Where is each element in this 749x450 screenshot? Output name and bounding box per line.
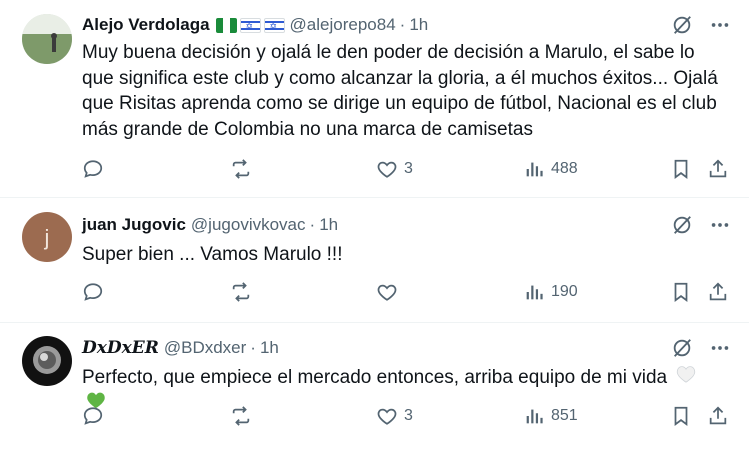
tweet-text: Super bien ... Vamos Marulo !!! — [82, 244, 343, 265]
heart-icon — [377, 284, 397, 301]
israel-flag-icon: ✡ — [239, 17, 261, 33]
reply-icon — [83, 283, 103, 301]
svg-text:j: j — [44, 225, 50, 250]
avatar-photo-icon — [22, 336, 72, 386]
tweet-header: Alejo Verdolaga ✡ ✡ @alejorepo84 · 1h — [82, 14, 428, 36]
display-name[interactable]: juan Jugovic — [82, 215, 186, 235]
reply-icon — [83, 407, 103, 425]
views-button[interactable]: 190 — [523, 281, 578, 303]
avatar-photo-icon — [22, 14, 72, 64]
like-button[interactable]: 3 — [376, 158, 413, 180]
tweet-text: Muy buena decisión y ojalá le den poder … — [82, 42, 718, 140]
repost-icon — [232, 406, 250, 426]
replies-feed: Alejo Verdolaga ✡ ✡ @alejorepo84 · 1h Mu… — [0, 0, 749, 450]
repost-icon — [232, 282, 250, 302]
view-count: 488 — [551, 160, 578, 177]
name-flags: ✡ ✡ — [215, 17, 285, 33]
share-icon — [709, 159, 727, 178]
timestamp[interactable]: 1h — [319, 215, 338, 235]
handle[interactable]: @alejorepo84 — [290, 15, 396, 35]
display-name[interactable]: Alejo Verdolaga — [82, 15, 210, 35]
separator-dot: · — [399, 15, 406, 34]
reply-button[interactable] — [82, 281, 104, 303]
repost-button[interactable] — [230, 158, 252, 180]
tweet-top-actions — [671, 14, 731, 36]
view-count: 851 — [551, 407, 578, 424]
tweet-actions: 3 488 — [80, 158, 731, 180]
tweet-header: juan Jugovic @jugovivkovac · 1h — [82, 214, 338, 236]
reply-button[interactable] — [82, 158, 104, 180]
share-button[interactable] — [707, 281, 729, 303]
separator-dot: · — [250, 338, 256, 357]
white-heart-emoji-icon — [676, 365, 696, 391]
view-count: 190 — [551, 283, 578, 300]
grok-icon[interactable] — [671, 337, 693, 359]
tweet-header: 𝑫𝒙𝑫𝒙𝑬𝑹 @BDxdxer · 1h — [82, 337, 279, 359]
timestamp[interactable]: 1h — [409, 15, 428, 35]
grok-icon[interactable] — [671, 14, 693, 36]
reply-tweet-3[interactable]: 𝑫𝒙𝑫𝒙𝑬𝑹 @BDxdxer · 1h Perfecto, que empie… — [0, 322, 749, 450]
bookmark-icon — [674, 406, 688, 426]
more-options-icon[interactable] — [709, 337, 731, 359]
handle[interactable]: @BDxdxer — [164, 338, 246, 358]
avatar[interactable] — [22, 14, 72, 64]
handle[interactable]: @jugovivkovac — [191, 215, 306, 235]
share-button[interactable] — [707, 158, 729, 180]
repost-button[interactable] — [230, 281, 252, 303]
heart-icon — [377, 161, 397, 178]
nigeria-flag-icon — [215, 17, 237, 33]
reply-tweet-2[interactable]: j juan Jugovic @jugovivkovac · 1h Super … — [0, 197, 749, 323]
share-icon — [709, 406, 727, 425]
bookmark-button[interactable] — [670, 405, 692, 427]
avatar-letter-icon: j — [22, 212, 72, 262]
avatar[interactable]: j — [22, 212, 72, 262]
views-icon — [526, 162, 543, 177]
heart-icon — [377, 408, 397, 425]
timestamp[interactable]: 1h — [260, 338, 279, 358]
repost-button[interactable] — [230, 405, 252, 427]
israel-flag-icon: ✡ — [263, 17, 285, 33]
views-icon — [526, 285, 543, 300]
more-options-icon[interactable] — [709, 214, 731, 236]
reply-tweet-1[interactable]: Alejo Verdolaga ✡ ✡ @alejorepo84 · 1h Mu… — [0, 0, 749, 198]
bookmark-icon — [674, 159, 688, 179]
tweet-top-actions — [671, 214, 731, 236]
share-icon — [709, 282, 727, 301]
more-options-icon[interactable] — [709, 14, 731, 36]
tweet-text-content: Perfecto, que empiece el mercado entonce… — [82, 367, 668, 388]
grok-icon[interactable] — [671, 214, 693, 236]
share-button[interactable] — [707, 405, 729, 427]
like-button[interactable]: 3 — [376, 405, 413, 427]
bookmark-button[interactable] — [670, 281, 692, 303]
views-button[interactable]: 488 — [523, 158, 578, 180]
reply-icon — [83, 160, 103, 178]
like-button[interactable] — [376, 281, 404, 303]
like-count: 3 — [404, 160, 413, 177]
display-name[interactable]: 𝑫𝒙𝑫𝒙𝑬𝑹 — [82, 338, 159, 358]
bookmark-icon — [674, 282, 688, 302]
separator-dot: · — [309, 215, 316, 234]
tweet-top-actions — [671, 337, 731, 359]
avatar[interactable] — [22, 336, 72, 386]
bookmark-button[interactable] — [670, 158, 692, 180]
views-icon — [526, 409, 543, 424]
tweet-actions: 190 — [80, 281, 731, 303]
views-button[interactable]: 851 — [523, 405, 578, 427]
reply-button[interactable] — [82, 405, 104, 427]
like-count: 3 — [404, 407, 413, 424]
repost-icon — [232, 159, 250, 179]
tweet-actions: 3 851 — [80, 405, 731, 427]
